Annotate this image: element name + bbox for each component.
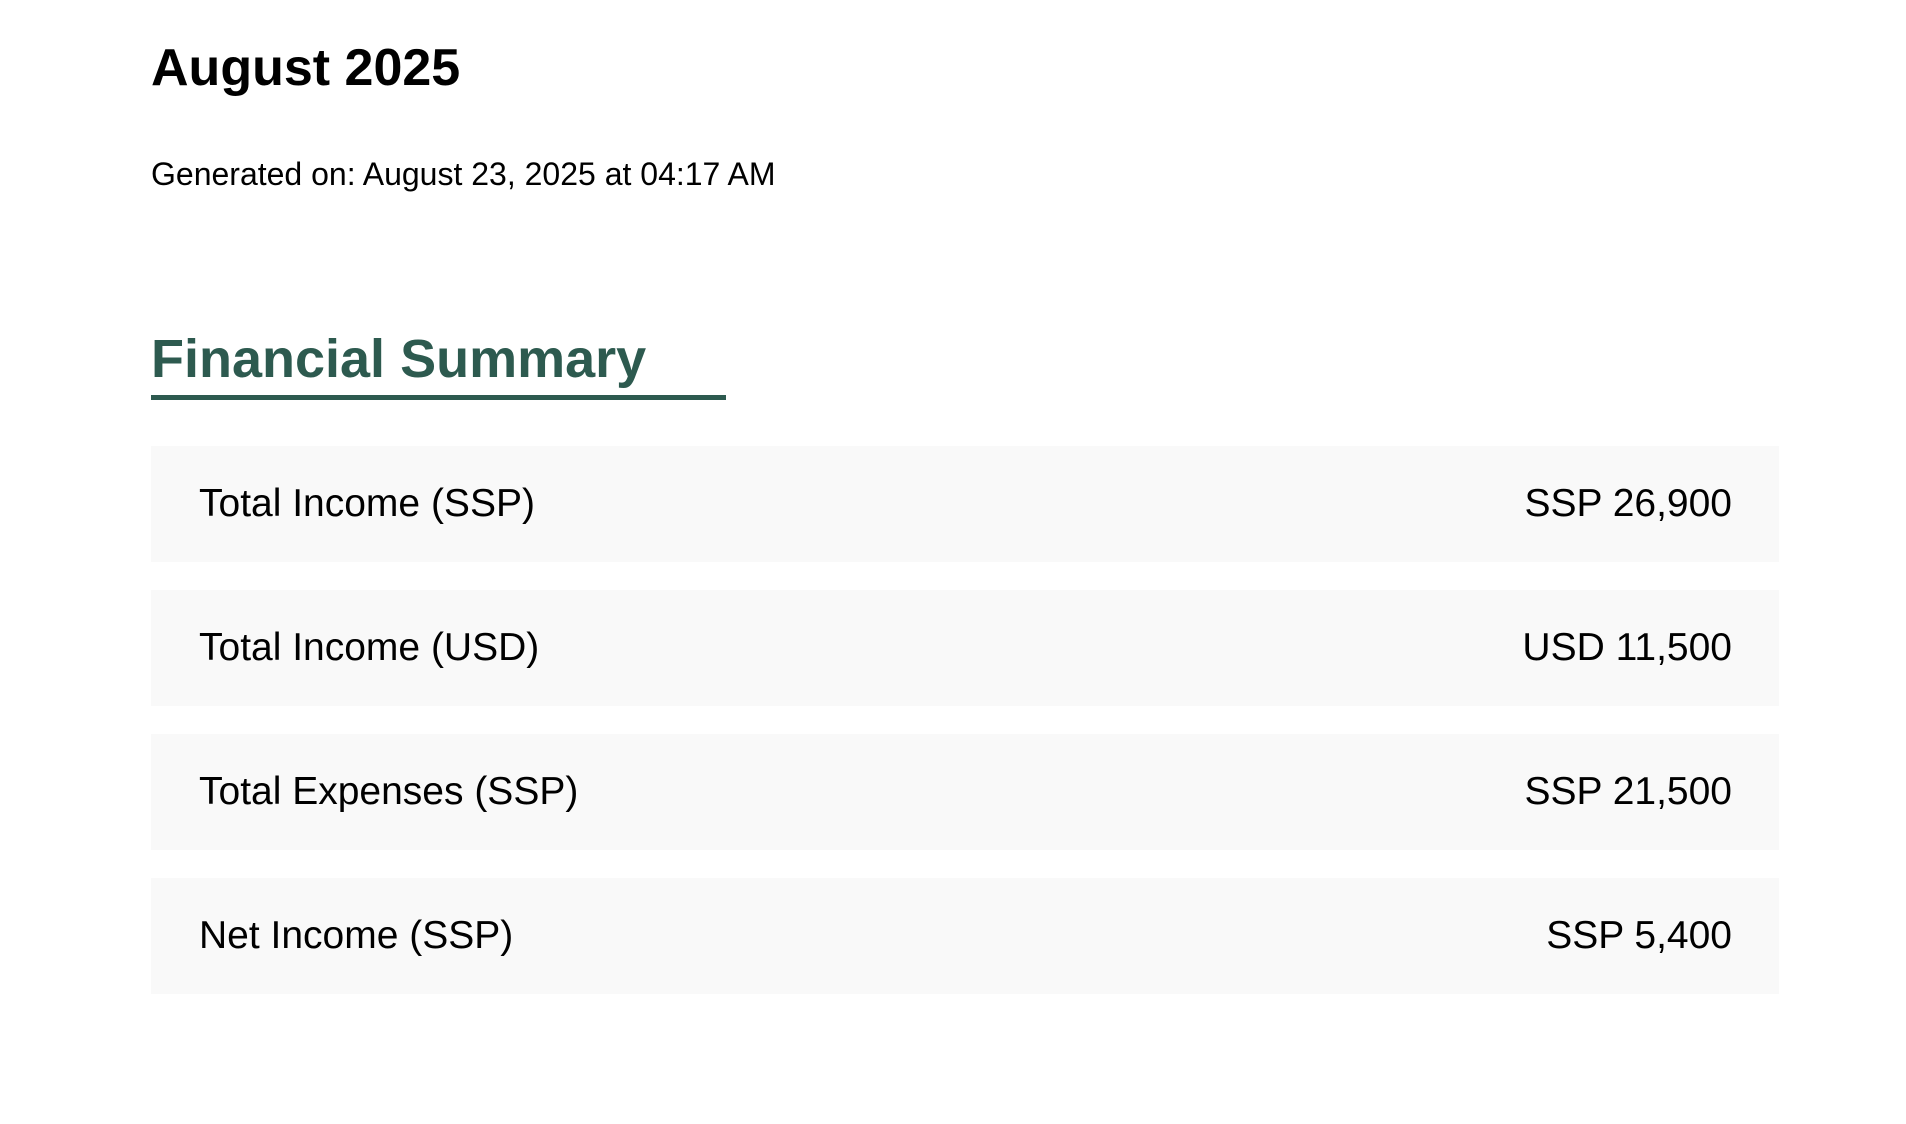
financial-summary-list: Total Income (SSP) SSP 26,900 Total Inco… bbox=[151, 446, 1779, 994]
summary-row-total-income-ssp: Total Income (SSP) SSP 26,900 bbox=[151, 446, 1779, 562]
summary-row-total-income-usd: Total Income (USD) USD 11,500 bbox=[151, 590, 1779, 706]
generated-timestamp: Generated on: August 23, 2025 at 04:17 A… bbox=[151, 156, 776, 192]
summary-row-value: SSP 5,400 bbox=[1546, 914, 1732, 957]
section-underline bbox=[151, 395, 726, 400]
report-title: August 2025 bbox=[151, 39, 461, 97]
summary-row-total-expenses-ssp: Total Expenses (SSP) SSP 21,500 bbox=[151, 734, 1779, 850]
section-heading-financial-summary: Financial Summary bbox=[151, 329, 647, 389]
summary-row-value: SSP 21,500 bbox=[1524, 770, 1732, 813]
summary-row-net-income-ssp: Net Income (SSP) SSP 5,400 bbox=[151, 878, 1779, 994]
summary-row-label: Total Income (USD) bbox=[199, 626, 540, 669]
summary-row-value: USD 11,500 bbox=[1522, 626, 1732, 669]
summary-row-label: Total Income (SSP) bbox=[199, 482, 535, 525]
summary-row-label: Total Expenses (SSP) bbox=[199, 770, 579, 813]
summary-row-label: Net Income (SSP) bbox=[199, 914, 514, 957]
summary-row-value: SSP 26,900 bbox=[1524, 482, 1732, 525]
